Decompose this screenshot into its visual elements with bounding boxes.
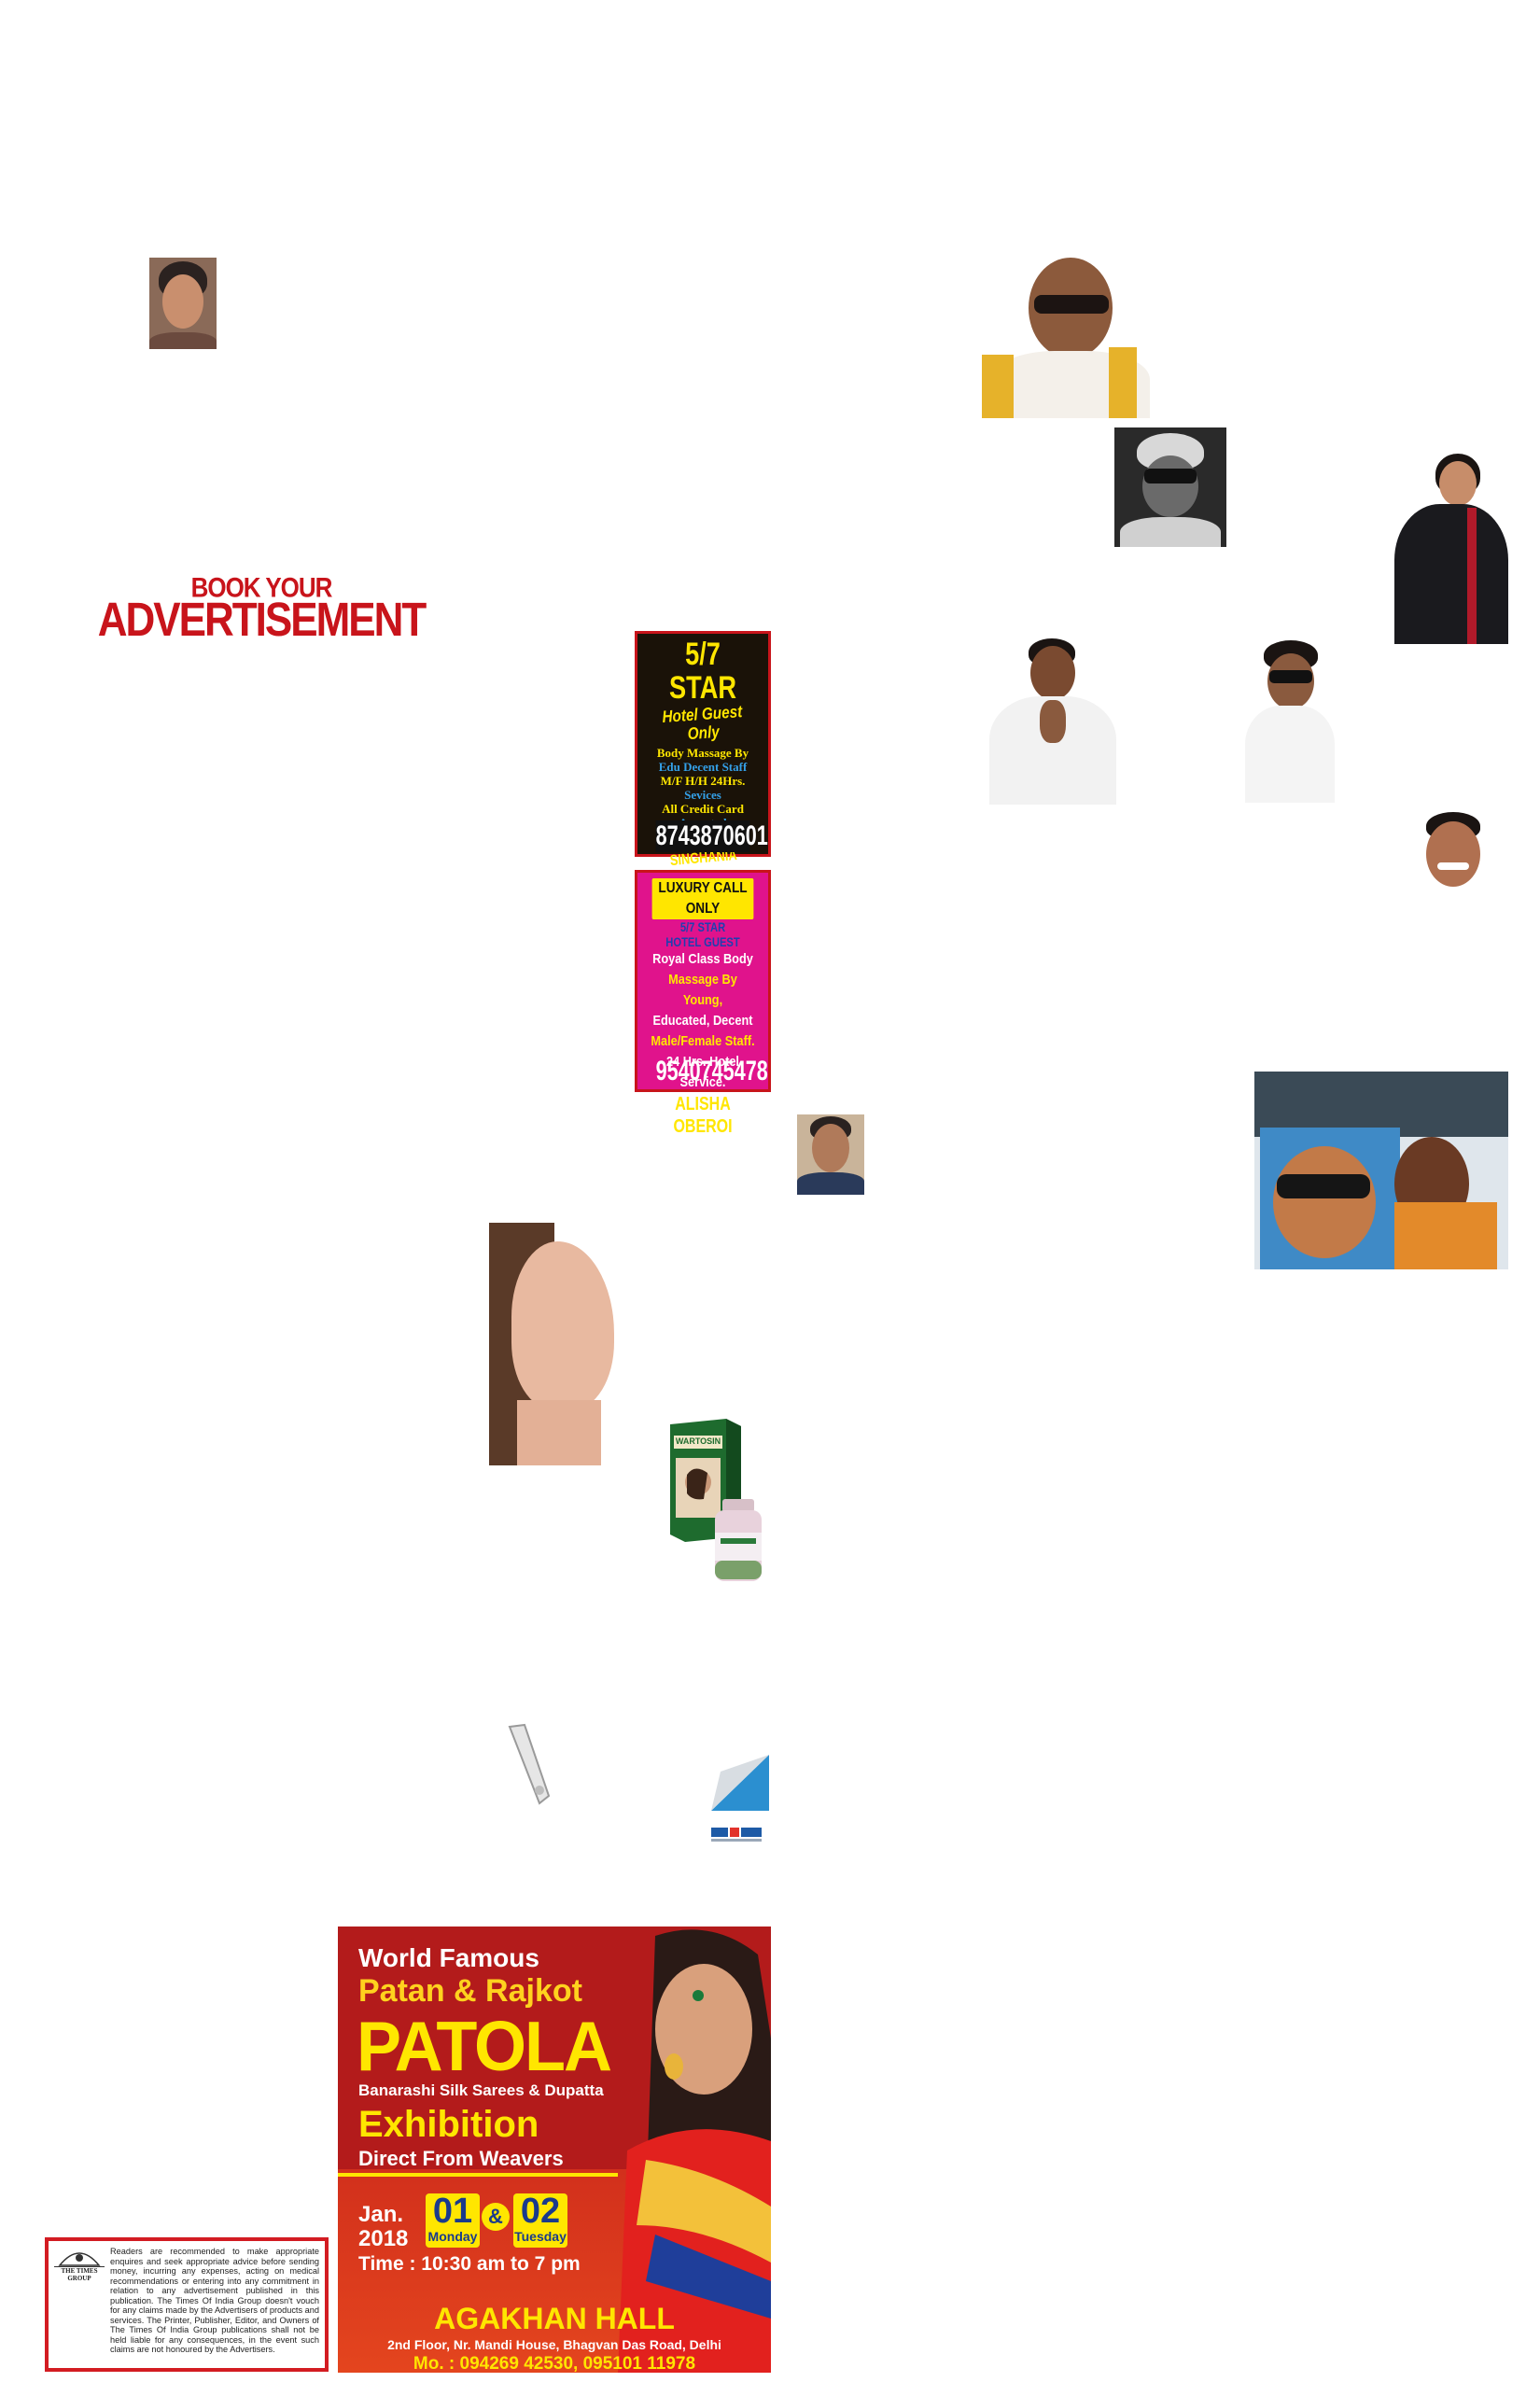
portrait-photo-man-small [797,1114,864,1195]
patola-venue: AGAKHAN HALL [434,2302,675,2335]
patola-line4: Direct From Weavers [358,2147,564,2170]
ad-luxury-line2: Massage By Young, [668,972,737,1008]
patola-line1: World Famous [358,1943,539,1972]
ad-star-line1: Body Massage By [656,746,749,760]
ad-star-phone: 8743870601 [655,820,768,852]
patola-mobile: Mo. : 094269 42530, 095101 11978 [413,2354,696,2373]
patola-day1-num: 01 [432,2192,473,2231]
patola-amp: & [482,2203,510,2231]
times-group-label: THE TIMES GROUP [61,2267,98,2282]
wartosin-product-jar [711,1495,765,1585]
ad-star-body: Body Massage By Edu Decent Staff M/F H/H… [637,746,768,830]
patola-divider [338,2173,618,2177]
patola-address: 2nd Floor, Nr. Mandi House, Bhagvan Das … [387,2337,721,2352]
patola-title: PATOLA [357,2008,612,2086]
ad-luxury-subhead2: HOTEL GUEST [665,934,740,949]
portrait-photo-woman-black-saree [1394,452,1508,644]
classified-ad-luxury: LUXURY CALL ONLY 5/7 STAR HOTEL GUEST Ro… [635,870,771,1137]
ad-luxury-line3: Educated, Decent [652,1013,753,1029]
book-ad-line2: ADVERTISEMENT [97,594,427,647]
portrait-photo-dark-sunglasses [1245,638,1335,803]
portrait-photo-smiling-man [1413,810,1493,900]
ad-star-line3: M/F H/H 24Hrs. [660,774,746,788]
patola-day1-name: Monday [427,2229,478,2244]
folded-paper-icon [711,1753,769,1811]
patola-year: 2018 [358,2226,409,2251]
portrait-photo-top-left [149,258,217,349]
portrait-photo-bw-cap [1114,427,1226,547]
ad-luxury-line4: Male/Female Staff. [651,1033,755,1049]
ad-luxury-line1: Royal Class Body [652,951,753,967]
patola-day1: 01 Monday [426,2193,480,2248]
ad-luxury-headline: LUXURY CALL ONLY [651,878,754,919]
ad-luxury-subhead1: 5/7 STAR [679,919,726,934]
wartosin-brand: WARTOSIN [675,1436,721,1446]
portrait-photo-folded-hands [986,637,1120,805]
patola-exhibition: Exhibition [358,2104,539,2145]
patola-month: Jan. [358,2202,404,2227]
photo-poster-crowd [1254,1072,1508,1269]
ad-star-subhead: Hotel Guest Only [661,702,743,744]
patola-day2: 02 Tuesday [513,2193,567,2248]
ad-star-line5: All Credit Card [662,802,744,816]
portrait-photo-elder-dark-glasses [982,254,1155,418]
ad-star-line4: Sevices [684,788,721,802]
ad-luxury-phone: 9540745478 [655,1056,768,1086]
patola-line2: Patan & Rajkot [358,1973,582,2009]
classified-ad-star: 5/7 STAR Hotel Guest Only Body Massage B… [635,631,771,869]
patola-day2-name: Tuesday [514,2229,567,2244]
times-group-logo: THE TIMES GROUP [54,2247,105,2284]
patola-day2-num: 02 [520,2192,561,2231]
patola-month-year: Jan. 2018 [358,2203,408,2251]
small-logo-icon [709,1826,765,1844]
stick-device-icon [500,1723,560,1807]
ad-luxury-name: ALISHA OBEROI [673,1094,733,1137]
book-advertisement-banner[interactable]: BOOK YOUR ADVERTISEMENT [93,574,429,649]
patola-line3: Banarashi Silk Sarees & Dupatta [358,2081,604,2099]
photo-woman-profile [489,1223,629,1465]
patola-time: Time : 10:30 am to 7 pm [358,2253,581,2275]
ad-star-headline: 5/7 STAR [668,637,737,706]
disclaimer-box: THE TIMES GROUP Readers are recommended … [45,2237,329,2372]
times-group-seal-icon [54,2247,105,2267]
ad-star-line2: Edu Decent Staff [658,760,748,774]
disclaimer-text: Readers are recommended to make appropri… [110,2247,319,2354]
patola-exhibition-ad: World Famous Patan & Rajkot PATOLA Banar… [338,1927,771,2373]
